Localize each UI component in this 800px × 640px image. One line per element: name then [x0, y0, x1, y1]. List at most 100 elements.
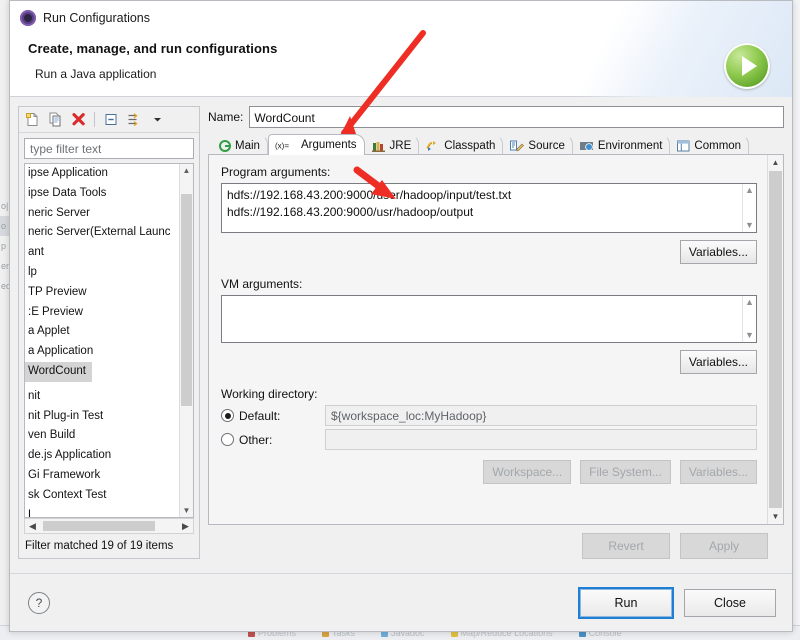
- default-radio[interactable]: [221, 409, 234, 422]
- arguments-panel-scrollbar[interactable]: ▲ ▼: [767, 155, 783, 524]
- chevron-left-icon[interactable]: ◀: [25, 521, 40, 532]
- tab-bar: Main (x)= Arguments JRE Classpath Source Envir…: [208, 134, 784, 155]
- arguments-tab-panel: Program arguments: hdfs://192.168.43.200…: [208, 154, 784, 525]
- list-item[interactable]: neric Server: [25, 204, 180, 224]
- workspace-button[interactable]: Workspace...: [483, 460, 572, 484]
- other-radio[interactable]: [221, 433, 234, 446]
- configuration-editor: Name: WordCount Main (x)= Arguments JRE Clas…: [208, 106, 784, 559]
- apply-button[interactable]: Apply: [680, 533, 768, 559]
- list-item[interactable]: neric Server(External Launc: [25, 223, 180, 243]
- tab-classpath[interactable]: Classpath: [419, 135, 504, 155]
- list-item[interactable]: nit: [25, 387, 180, 407]
- working-directory-buttons: Workspace... File System... Variables...: [221, 460, 757, 484]
- vm-variables-row: Variables...: [221, 350, 757, 374]
- default-directory-value: ${workspace_loc:MyHadoop}: [325, 405, 757, 426]
- name-input[interactable]: WordCount: [249, 106, 784, 128]
- page-subtitle: Run a Java application: [35, 67, 157, 81]
- vscroll-thumb[interactable]: [181, 194, 192, 406]
- configurations-vscrollbar[interactable]: ▲ ▼: [179, 164, 193, 517]
- list-item-selected[interactable]: WordCount: [25, 361, 92, 382]
- revert-button[interactable]: Revert: [582, 533, 670, 559]
- filter-status: Filter matched 19 of 19 items: [25, 540, 174, 552]
- list-item[interactable]: nit Plug-in Test: [25, 407, 180, 427]
- dialog-body: type filter text ipse Application ipse Da…: [10, 97, 792, 559]
- eclipse-run-config-icon: [20, 10, 36, 26]
- file-system-button[interactable]: File System...: [580, 460, 671, 484]
- name-label: Name:: [208, 110, 244, 124]
- scroll-down-icon[interactable]: ▼: [180, 504, 193, 517]
- list-item[interactable]: ipse Application: [25, 164, 180, 184]
- other-directory-input[interactable]: [325, 429, 757, 450]
- chevron-up-icon[interactable]: ▲: [768, 155, 783, 170]
- chevron-down-icon[interactable]: ▼: [745, 331, 754, 340]
- program-arguments-scrollbar[interactable]: ▲ ▼: [742, 184, 756, 232]
- program-arguments-label: Program arguments:: [221, 165, 331, 179]
- default-label: Default:: [239, 408, 281, 423]
- configurations-panel: type filter text ipse Application ipse Da…: [18, 106, 200, 559]
- tab-label: Classpath: [444, 139, 496, 152]
- page-title: Create, manage, and run configurations: [28, 41, 278, 56]
- vm-arguments-input[interactable]: ▲ ▼: [221, 295, 757, 343]
- collapse-all-icon[interactable]: [102, 111, 120, 129]
- duplicate-configuration-icon[interactable]: [46, 111, 64, 129]
- tab-arguments[interactable]: (x)= Arguments: [267, 134, 365, 155]
- close-button[interactable]: Close: [684, 588, 776, 617]
- list-item[interactable]: a Applet: [25, 322, 180, 342]
- jre-books-icon: [371, 140, 386, 152]
- list-item[interactable]: ant: [25, 243, 180, 263]
- run-button[interactable]: Run: [578, 586, 674, 619]
- tab-label: Source: [528, 139, 565, 152]
- configurations-hscrollbar[interactable]: ◀ ▶: [24, 518, 194, 534]
- new-configuration-icon[interactable]: [23, 111, 41, 129]
- dialog-header: Create, manage, and run configurations R…: [10, 1, 792, 97]
- program-arguments-input[interactable]: hdfs://192.168.43.200:9000/user/hadoop/i…: [221, 183, 757, 233]
- chevron-up-icon[interactable]: ▲: [745, 186, 754, 195]
- chevron-down-icon[interactable]: [148, 111, 166, 129]
- revert-apply-row: Revert Apply: [208, 525, 784, 559]
- list-item[interactable]: L: [25, 506, 180, 517]
- tab-main[interactable]: Main: [212, 135, 268, 155]
- list-item[interactable]: sk Context Test: [25, 486, 180, 506]
- chevron-up-icon[interactable]: ▲: [745, 298, 754, 307]
- main-green-circle-icon: [219, 139, 231, 152]
- panel-scroll-thumb[interactable]: [769, 171, 782, 508]
- filter-icon[interactable]: [125, 111, 143, 129]
- close-icon[interactable]: ✕: [746, 1, 792, 35]
- source-pencil-icon: [510, 140, 525, 152]
- list-item[interactable]: :E Preview: [25, 303, 180, 323]
- dialog-footer: ? Run Close: [10, 573, 792, 631]
- vm-arguments-scrollbar[interactable]: ▲ ▼: [742, 296, 756, 342]
- filter-input[interactable]: type filter text: [24, 138, 194, 159]
- help-question-icon[interactable]: ?: [28, 591, 50, 614]
- tab-environment[interactable]: Environment: [573, 135, 671, 155]
- list-item[interactable]: Gi Framework: [25, 466, 180, 486]
- working-directory-variables-button[interactable]: Variables...: [679, 460, 757, 484]
- chevron-down-icon[interactable]: ▼: [768, 509, 783, 524]
- screen: o| o p en ed Problems Tasks Javadoc Map/…: [0, 0, 800, 640]
- tab-common[interactable]: Common: [670, 135, 750, 155]
- tab-source[interactable]: Source: [503, 135, 573, 155]
- program-arguments-variables-button[interactable]: Variables...: [679, 240, 757, 264]
- chevron-right-icon[interactable]: ▶: [178, 521, 193, 532]
- list-item[interactable]: de.js Application: [25, 446, 180, 466]
- list-item[interactable]: lp: [25, 263, 180, 283]
- scroll-up-icon[interactable]: ▲: [180, 164, 193, 177]
- common-window-icon: [677, 140, 690, 152]
- list-item[interactable]: ven Build: [25, 426, 180, 446]
- program-arguments-line: hdfs://192.168.43.200:9000/usr/hadoop/ou…: [227, 205, 474, 219]
- list-item[interactable]: TP Preview: [25, 283, 180, 303]
- hscroll-thumb[interactable]: [43, 521, 155, 531]
- tab-label: Common: [694, 139, 742, 152]
- dialog-title: Run Configurations: [43, 11, 151, 25]
- tab-label: Environment: [597, 139, 663, 152]
- chevron-down-icon[interactable]: ▼: [745, 221, 754, 230]
- list-item[interactable]: a Application: [25, 342, 180, 362]
- tab-jre[interactable]: JRE: [365, 135, 420, 155]
- vm-arguments-variables-button[interactable]: Variables...: [679, 350, 757, 374]
- delete-configuration-icon[interactable]: [69, 111, 87, 129]
- configurations-list[interactable]: ipse Application ipse Data Tools neric Ser…: [25, 164, 180, 517]
- green-run-play-icon: [724, 43, 770, 89]
- working-directory-default-row: Default: ${workspace_loc:MyHadoop}: [221, 405, 757, 426]
- configurations-tree[interactable]: ipse Application ipse Data Tools neric Ser…: [24, 163, 194, 518]
- list-item[interactable]: ipse Data Tools: [25, 184, 180, 204]
